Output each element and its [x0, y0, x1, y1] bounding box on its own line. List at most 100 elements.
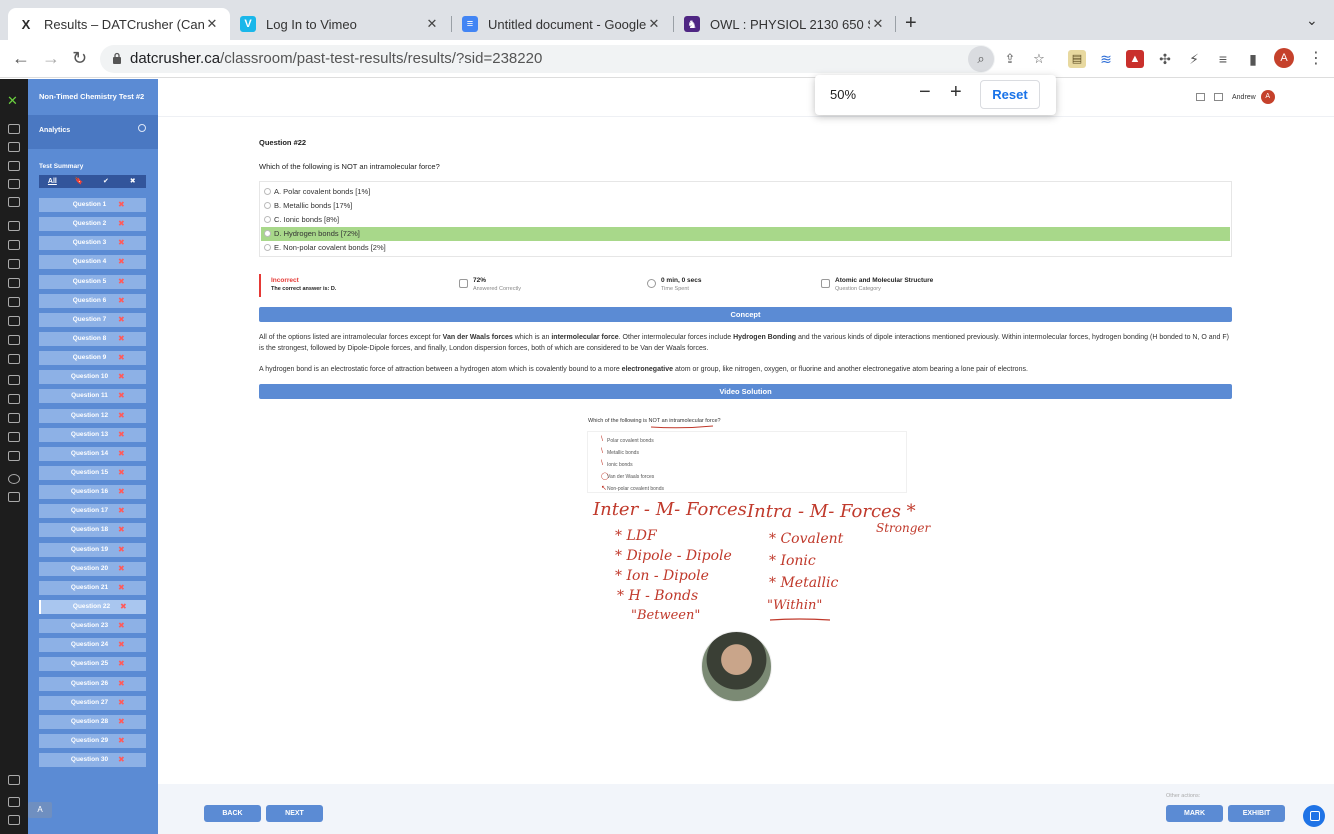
- rail-nav-icon[interactable]: [8, 179, 20, 189]
- rail-nav-icon[interactable]: [8, 161, 20, 171]
- sidebar-item-question[interactable]: Question 24 ✖: [39, 638, 146, 653]
- radio-icon[interactable]: [264, 230, 271, 237]
- rail-nav-icon[interactable]: [8, 335, 20, 345]
- sidebar-item-question[interactable]: Question 11 ✖: [39, 389, 146, 404]
- sidebar-item-question[interactable]: Question 15 ✖: [39, 465, 146, 480]
- performance-icon[interactable]: ⚡: [1185, 50, 1203, 68]
- sidebar-item-question[interactable]: Question 30 ✖: [39, 753, 146, 768]
- sidebar-item-question[interactable]: Question 29 ✖: [39, 733, 146, 748]
- address-bar[interactable]: datcrusher.ca/classroom/past-test-result…: [100, 45, 1045, 73]
- sidebar-item-question[interactable]: Question 18 ✖: [39, 523, 146, 538]
- filter-bookmarked-button[interactable]: 🔖: [66, 175, 93, 188]
- next-button[interactable]: NEXT: [266, 805, 323, 822]
- filter-incorrect-button[interactable]: ✖: [119, 175, 146, 188]
- user-menu[interactable]: Andrew A: [1196, 89, 1275, 105]
- close-icon[interactable]: ✕: [870, 16, 886, 32]
- analytics-dropdown[interactable]: Analytics: [28, 115, 158, 149]
- answer-option[interactable]: B. Metallic bonds [17%]: [261, 199, 1230, 213]
- profile-avatar[interactable]: A: [1274, 48, 1294, 68]
- rail-nav-icon[interactable]: [8, 474, 20, 484]
- rail-nav-icon[interactable]: [8, 142, 20, 152]
- sidebar-item-question[interactable]: Question 10 ✖: [39, 370, 146, 385]
- close-icon[interactable]: ✕: [204, 16, 220, 32]
- rail-nav-icon[interactable]: [8, 297, 20, 307]
- sidebar-item-question[interactable]: Question 26 ✖: [39, 676, 146, 691]
- rail-nav-icon[interactable]: [8, 394, 20, 404]
- share-icon[interactable]: ⇪: [1000, 49, 1020, 69]
- forward-arrow-icon[interactable]: →: [42, 48, 60, 69]
- sidebar-item-question[interactable]: Question 9 ✖: [39, 351, 146, 366]
- sidebar-item-question[interactable]: Question 7 ✖: [39, 312, 146, 327]
- sidebar-item-question[interactable]: Question 4 ✖: [39, 255, 146, 270]
- radio-icon[interactable]: [264, 188, 271, 195]
- zoom-magnifier-icon[interactable]: ⌕: [968, 46, 994, 72]
- rail-home-icon[interactable]: [8, 775, 20, 785]
- rail-nav-icon[interactable]: [8, 240, 20, 250]
- tab-google-docs[interactable]: ≡ Untitled document - Google Do ✕: [452, 8, 672, 40]
- sidebar-item-question[interactable]: Question 6 ✖: [39, 293, 146, 308]
- rail-nav-icon[interactable]: [8, 221, 20, 231]
- rail-nav-icon[interactable]: [8, 451, 20, 461]
- rail-nav-icon[interactable]: [8, 375, 20, 385]
- avatar[interactable]: A: [1260, 90, 1275, 104]
- sidebar-item-question[interactable]: Question 23 ✖: [39, 619, 146, 634]
- sidebar-item-question[interactable]: Question 12 ✖: [39, 408, 146, 423]
- exhibit-button[interactable]: EXHIBIT: [1228, 805, 1285, 822]
- sidebar-item-question[interactable]: Question 14 ✖: [39, 446, 146, 461]
- mark-button[interactable]: MARK: [1166, 805, 1223, 822]
- radio-icon[interactable]: [264, 202, 271, 209]
- answer-option-correct[interactable]: D. Hydrogen bonds [72%]: [261, 227, 1230, 241]
- sidebar-item-question[interactable]: Question 20 ✖: [39, 561, 146, 576]
- rail-nav-icon[interactable]: [8, 413, 20, 423]
- sidebar-item-question[interactable]: Question 17 ✖: [39, 504, 146, 519]
- filter-all-button[interactable]: All: [39, 175, 66, 188]
- filter-correct-button[interactable]: ✔: [93, 175, 120, 188]
- chat-icon[interactable]: [1303, 805, 1325, 827]
- sidebar-item-question[interactable]: Question 28 ✖: [39, 714, 146, 729]
- rail-chat-icon[interactable]: [8, 797, 20, 807]
- rail-nav-icon[interactable]: [8, 197, 20, 207]
- sidebar-item-question[interactable]: Question 27 ✖: [39, 695, 146, 710]
- home-icon[interactable]: [1196, 93, 1205, 101]
- sidebar-item-question[interactable]: Question 22 ✖: [39, 599, 146, 614]
- puzzle-extensions-icon[interactable]: ✣: [1156, 50, 1174, 68]
- sidebar-item-question[interactable]: Question 21 ✖: [39, 580, 146, 595]
- rail-nav-icon[interactable]: [8, 492, 20, 502]
- back-button[interactable]: BACK: [204, 805, 261, 822]
- radio-icon[interactable]: [264, 216, 271, 223]
- back-arrow-icon[interactable]: ←: [12, 48, 30, 69]
- datcrusher-logo-icon[interactable]: ✕: [7, 93, 18, 109]
- sidebar-item-question[interactable]: Question 3 ✖: [39, 236, 146, 251]
- rail-nav-icon[interactable]: [8, 354, 20, 364]
- sidebar-item-question[interactable]: Question 25 ✖: [39, 657, 146, 672]
- wave-extension-icon[interactable]: ≋: [1097, 50, 1115, 68]
- sidebar-item-question[interactable]: Question 13 ✖: [39, 427, 146, 442]
- new-tab-button[interactable]: +: [905, 12, 917, 35]
- url-text[interactable]: datcrusher.ca/classroom/past-test-result…: [130, 50, 542, 67]
- sidebar-item-question[interactable]: Question 19 ✖: [39, 542, 146, 557]
- answer-option[interactable]: A. Polar covalent bonds [1%]: [261, 185, 1230, 199]
- sidebar-item-question[interactable]: Question 1 ✖: [39, 198, 146, 212]
- account-icon[interactable]: [1214, 93, 1223, 101]
- sidebar-item-question[interactable]: Question 2 ✖: [39, 217, 146, 232]
- side-panel-icon[interactable]: ▮: [1244, 50, 1262, 68]
- video-solution-player[interactable]: Which of the following is NOT an intramo…: [515, 407, 979, 669]
- answer-option[interactable]: E. Non-polar covalent bonds [2%]: [261, 241, 1230, 255]
- chevron-down-icon[interactable]: ⌄: [1306, 12, 1318, 29]
- sidebar-item-question[interactable]: Question 5 ✖: [39, 274, 146, 289]
- tab-owl[interactable]: ♞ OWL : PHYSIOL 2130 650 SU2 ✕: [674, 8, 896, 40]
- zoom-reset-button[interactable]: Reset: [980, 80, 1040, 109]
- tab-datcrusher[interactable]: X Results – DATCrusher (Canada ✕: [8, 8, 230, 40]
- zoom-out-button[interactable]: −: [919, 81, 931, 104]
- answer-option[interactable]: C. Ionic bonds [8%]: [261, 213, 1230, 227]
- rail-nav-icon[interactable]: [8, 316, 20, 326]
- close-icon[interactable]: ✕: [424, 16, 440, 32]
- rail-nav-icon[interactable]: [8, 432, 20, 442]
- close-icon[interactable]: ✕: [646, 16, 662, 32]
- media-queue-icon[interactable]: ≡: [1214, 50, 1232, 68]
- pdf-extension-icon[interactable]: ▲: [1126, 50, 1144, 68]
- tab-vimeo[interactable]: V Log In to Vimeo ✕: [230, 8, 450, 40]
- rail-logout-icon[interactable]: [8, 815, 20, 825]
- sidebar-item-question[interactable]: Question 8 ✖: [39, 331, 146, 346]
- chevron-down-icon[interactable]: [138, 124, 146, 132]
